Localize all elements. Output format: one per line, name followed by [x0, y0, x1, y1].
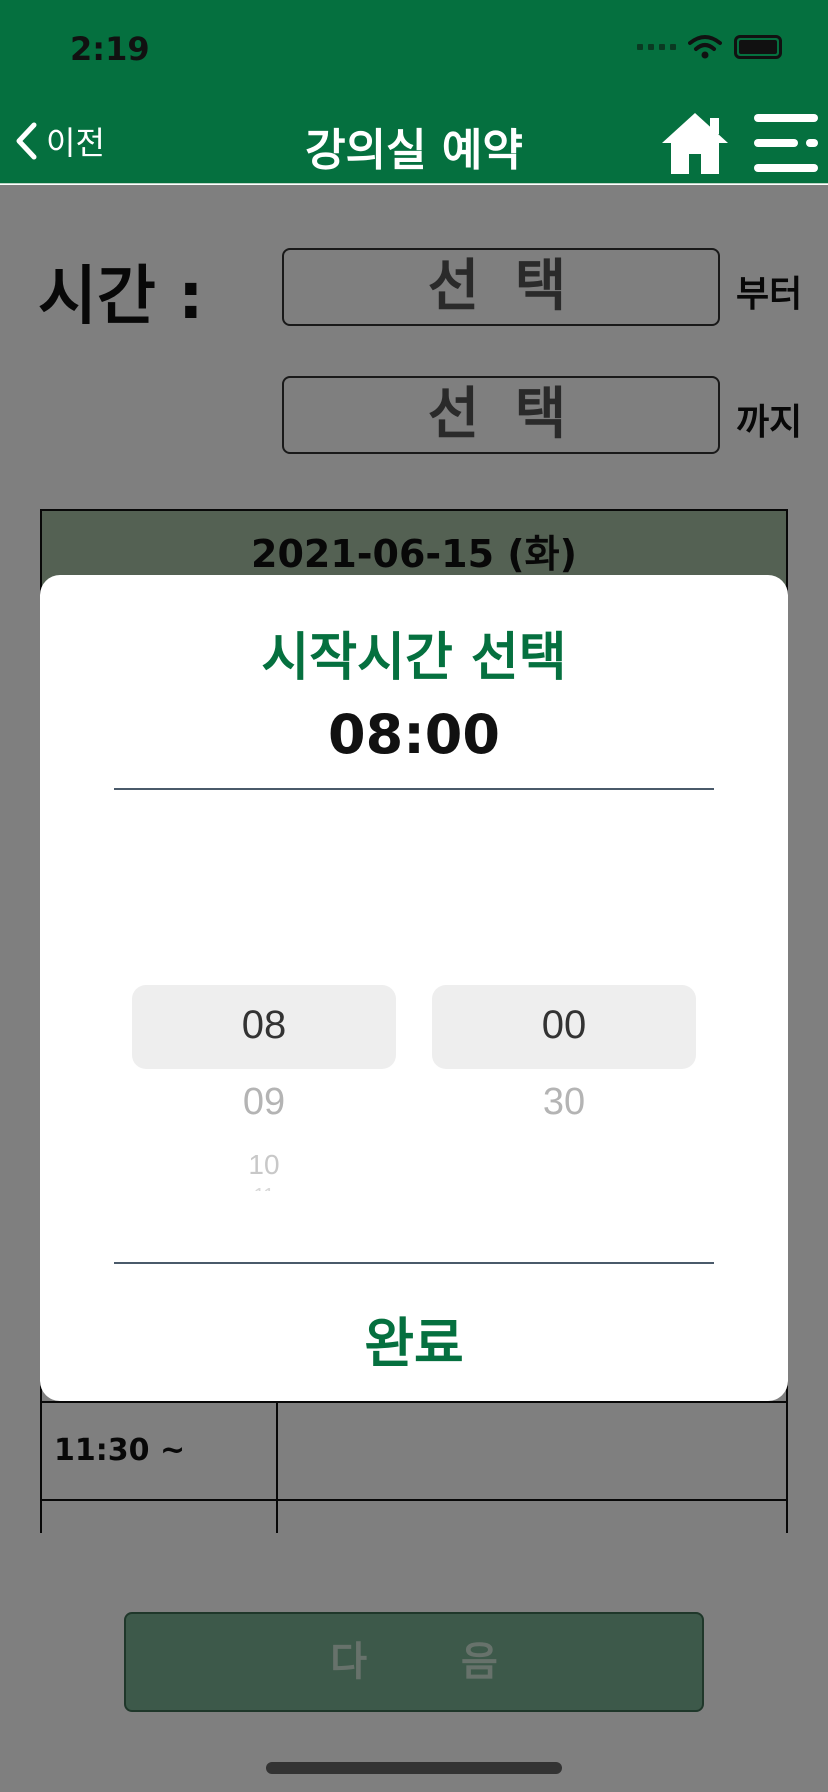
- home-icon: [662, 113, 728, 174]
- signal-icon: [637, 44, 676, 50]
- divider: [114, 788, 714, 790]
- wifi-icon: [688, 35, 722, 59]
- status-bar: 2:19: [0, 0, 828, 100]
- hour-option[interactable]: 11: [132, 1185, 396, 1191]
- hour-picker[interactable]: 08 09 10 11: [132, 985, 396, 1215]
- divider: [114, 1262, 714, 1264]
- status-time: 2:19: [70, 30, 150, 68]
- selected-time: 08:00: [328, 703, 500, 766]
- battery-icon: [734, 35, 782, 59]
- minute-picker[interactable]: 00 30: [432, 985, 696, 1215]
- minute-option[interactable]: 00: [432, 1003, 696, 1048]
- menu-icon: [754, 114, 818, 172]
- home-button[interactable]: [660, 110, 730, 176]
- nav-bar: 이전 강의실 예약: [0, 100, 828, 184]
- screen: 2:19 이전 강의실 예약 시작시간 선택 08:00 08 09 10 00…: [0, 0, 828, 1792]
- status-icons: [637, 34, 782, 60]
- menu-button[interactable]: [752, 112, 820, 174]
- hour-option[interactable]: 10: [132, 1149, 396, 1179]
- hour-option[interactable]: 09: [132, 1081, 396, 1124]
- modal-title: 시작시간 선택: [261, 628, 567, 688]
- done-button[interactable]: 완료: [40, 1299, 788, 1378]
- minute-option[interactable]: 30: [432, 1081, 696, 1124]
- time-picker-modal: 시작시간 선택 08:00 08 09 10 11 00 30 완료: [40, 575, 788, 1401]
- hour-option[interactable]: 08: [132, 1003, 396, 1048]
- home-indicator: [266, 1762, 562, 1774]
